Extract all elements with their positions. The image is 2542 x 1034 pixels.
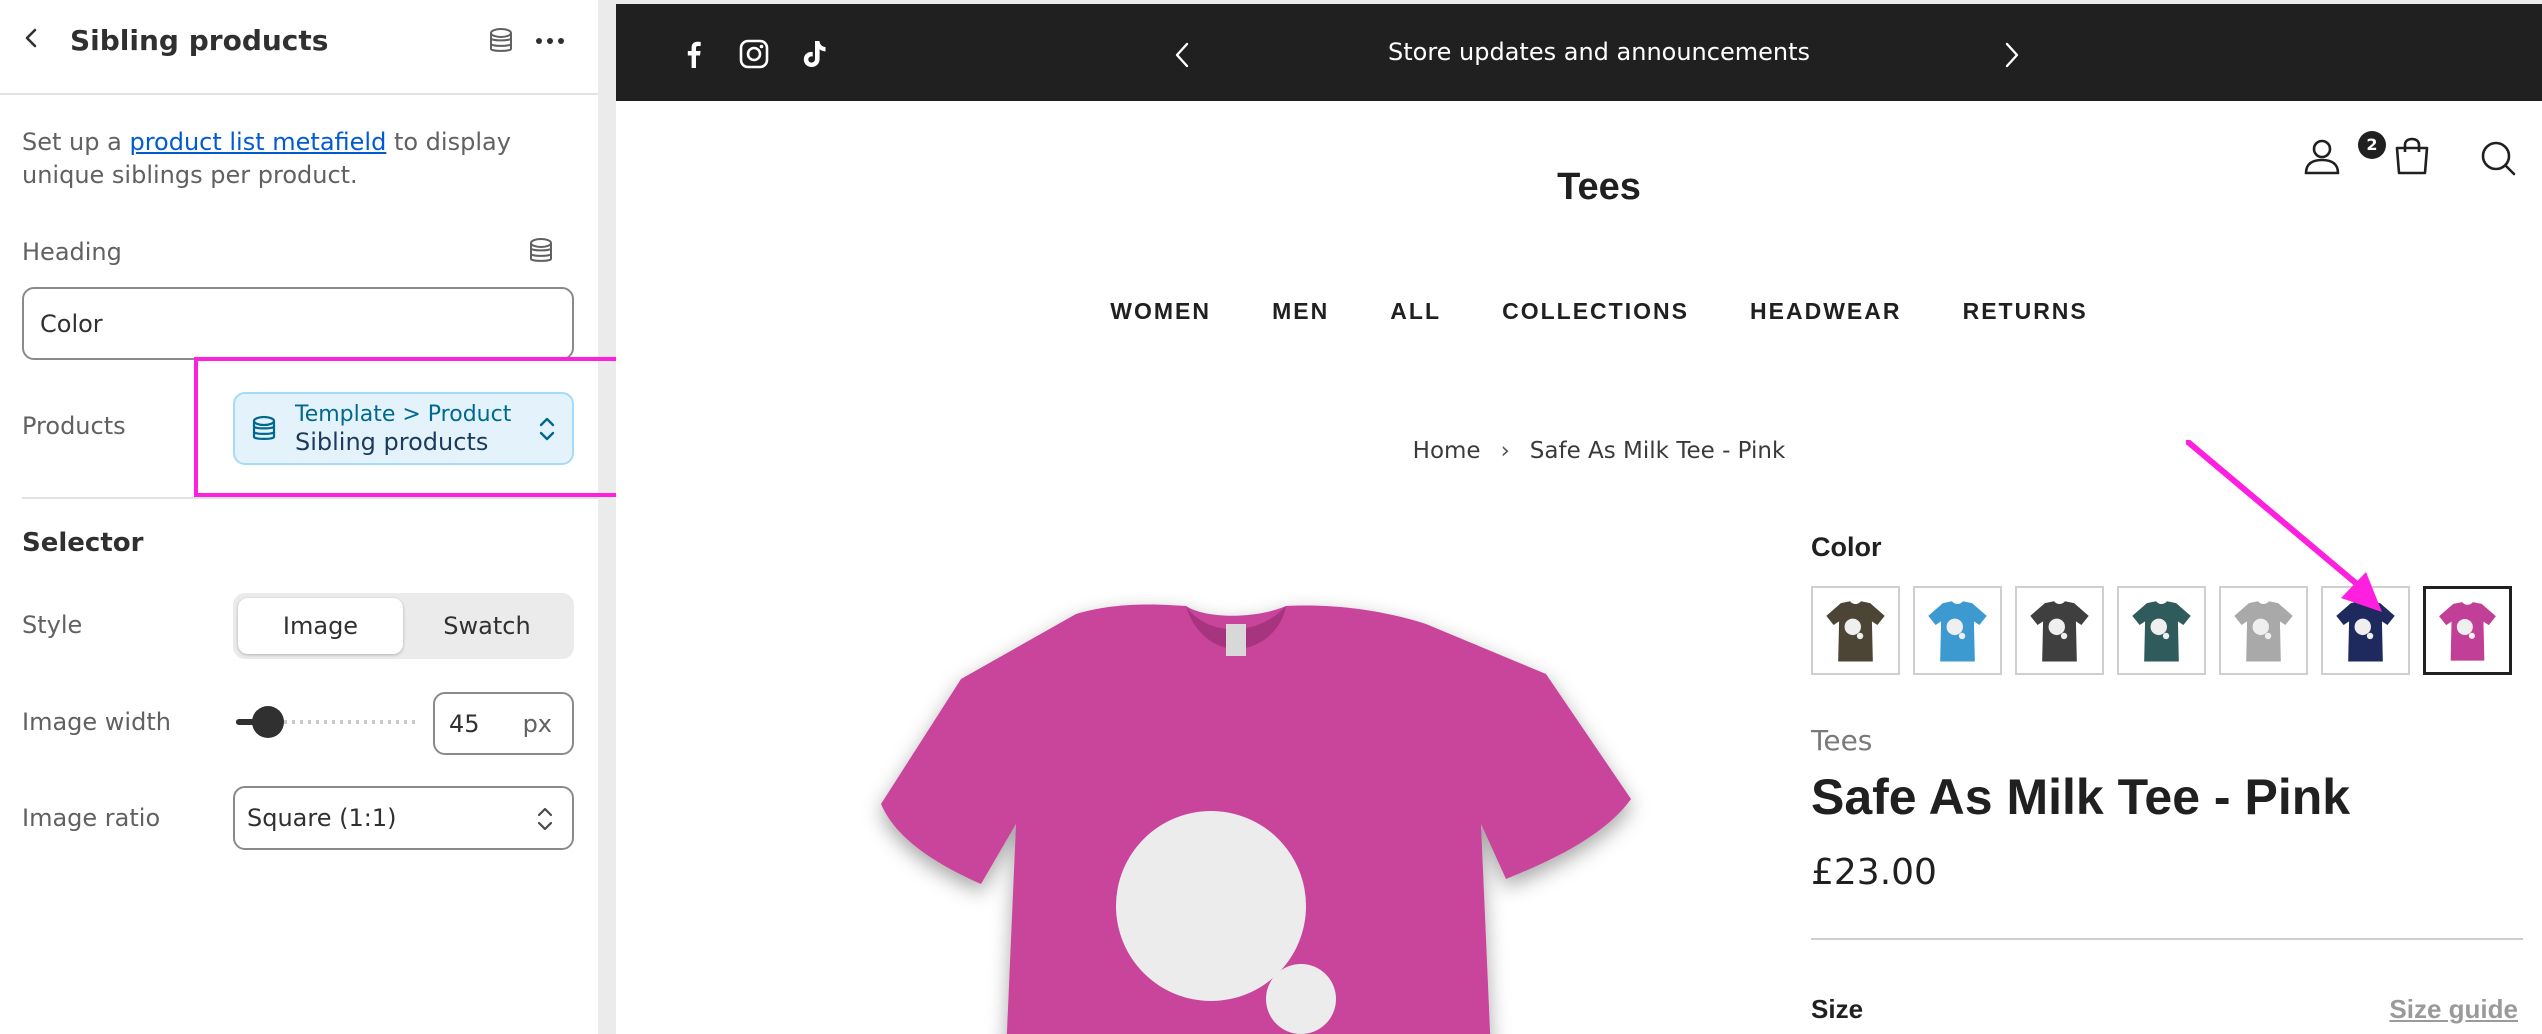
announcement-bar: Store updates and announcements <box>616 4 2542 101</box>
select-chevron-icon <box>537 807 553 831</box>
description-text: Set up a <box>22 128 130 156</box>
color-option-label: Color <box>1811 532 1882 562</box>
section-divider <box>22 497 598 499</box>
sibling-swatch-olive[interactable] <box>1811 586 1900 675</box>
image-width-unit: px <box>522 710 552 738</box>
nav-item-women[interactable]: WOMEN <box>1110 298 1211 325</box>
product-list-metafield-link[interactable]: product list metafield <box>129 128 386 156</box>
selector-section-title: Selector <box>22 528 144 558</box>
nav-item-returns[interactable]: RETURNS <box>1963 298 2088 325</box>
heading-label: Heading <box>22 238 122 266</box>
more-horizontal-icon[interactable] <box>534 26 566 56</box>
panel-title: Sibling products <box>70 24 329 57</box>
search-icon[interactable] <box>2478 138 2518 178</box>
sibling-swatch-charcoal[interactable] <box>2015 586 2104 675</box>
store-name[interactable]: Tees <box>616 166 2542 209</box>
style-segmented-control: Image Swatch <box>233 593 574 659</box>
swatch-tee-image <box>1819 594 1892 667</box>
image-width-input[interactable]: 45 px <box>433 692 574 755</box>
nav-item-men[interactable]: MEN <box>1272 298 1329 325</box>
style-option-swatch[interactable]: Swatch <box>405 598 569 654</box>
image-width-value: 45 <box>449 710 480 738</box>
swatch-tee-image <box>2432 595 2503 666</box>
account-icon[interactable] <box>2302 136 2342 176</box>
products-label: Products <box>22 412 126 440</box>
panel-header: Sibling products <box>0 0 598 95</box>
product-divider <box>1811 938 2523 940</box>
nav-item-all[interactable]: ALL <box>1390 298 1441 325</box>
announcement-text: Store updates and announcements <box>1387 38 1810 66</box>
sibling-swatch-blue[interactable] <box>1913 586 2002 675</box>
image-width-label: Image width <box>22 708 171 736</box>
heading-input[interactable] <box>22 287 574 360</box>
sibling-swatch-pink[interactable] <box>2423 586 2512 675</box>
annotation-highlight-box <box>194 357 620 497</box>
style-label: Style <box>22 611 83 639</box>
cart-icon[interactable] <box>2392 136 2432 176</box>
chevron-left-icon[interactable] <box>20 26 44 50</box>
storefront-preview: Store updates and announcements Tees 2 W… <box>616 4 2542 1034</box>
product-image[interactable] <box>786 594 1666 1034</box>
breadcrumb-separator-icon: › <box>1500 438 1510 464</box>
swatch-tee-image <box>2023 594 2096 667</box>
size-option-label: Size <box>1811 994 1864 1024</box>
nav-item-headwear[interactable]: HEADWEAR <box>1750 298 1901 325</box>
panel-description: Set up a product list metafield to displ… <box>22 126 582 192</box>
breadcrumb-home[interactable]: Home <box>1413 438 1481 464</box>
breadcrumb-current: Safe As Milk Tee - Pink <box>1529 438 1786 464</box>
swatch-tee-image <box>1921 594 1994 667</box>
image-width-slider-thumb[interactable] <box>252 706 284 738</box>
cart-count-badge: 2 <box>2358 131 2386 159</box>
database-icon[interactable] <box>486 26 516 56</box>
settings-panel: Sibling products Set up a product list m… <box>0 0 620 1034</box>
product-vendor: Tees <box>1811 724 1873 757</box>
chevron-right-icon[interactable] <box>2000 40 2022 70</box>
style-option-image[interactable]: Image <box>238 598 403 654</box>
product-title: Safe As Milk Tee - Pink <box>1811 769 2351 825</box>
main-navigation: WOMEN MEN ALL COLLECTIONS HEADWEAR RETUR… <box>616 298 2542 325</box>
product-price: £23.00 <box>1811 852 1937 893</box>
annotation-arrow-icon <box>2186 440 2382 612</box>
image-ratio-select[interactable]: Square (1:1) <box>233 786 574 850</box>
database-icon[interactable] <box>526 236 556 266</box>
nav-item-collections[interactable]: COLLECTIONS <box>1502 298 1689 325</box>
image-ratio-label: Image ratio <box>22 804 161 832</box>
size-guide-link[interactable]: Size guide <box>2389 994 2518 1025</box>
image-ratio-value: Square (1:1) <box>247 804 397 832</box>
